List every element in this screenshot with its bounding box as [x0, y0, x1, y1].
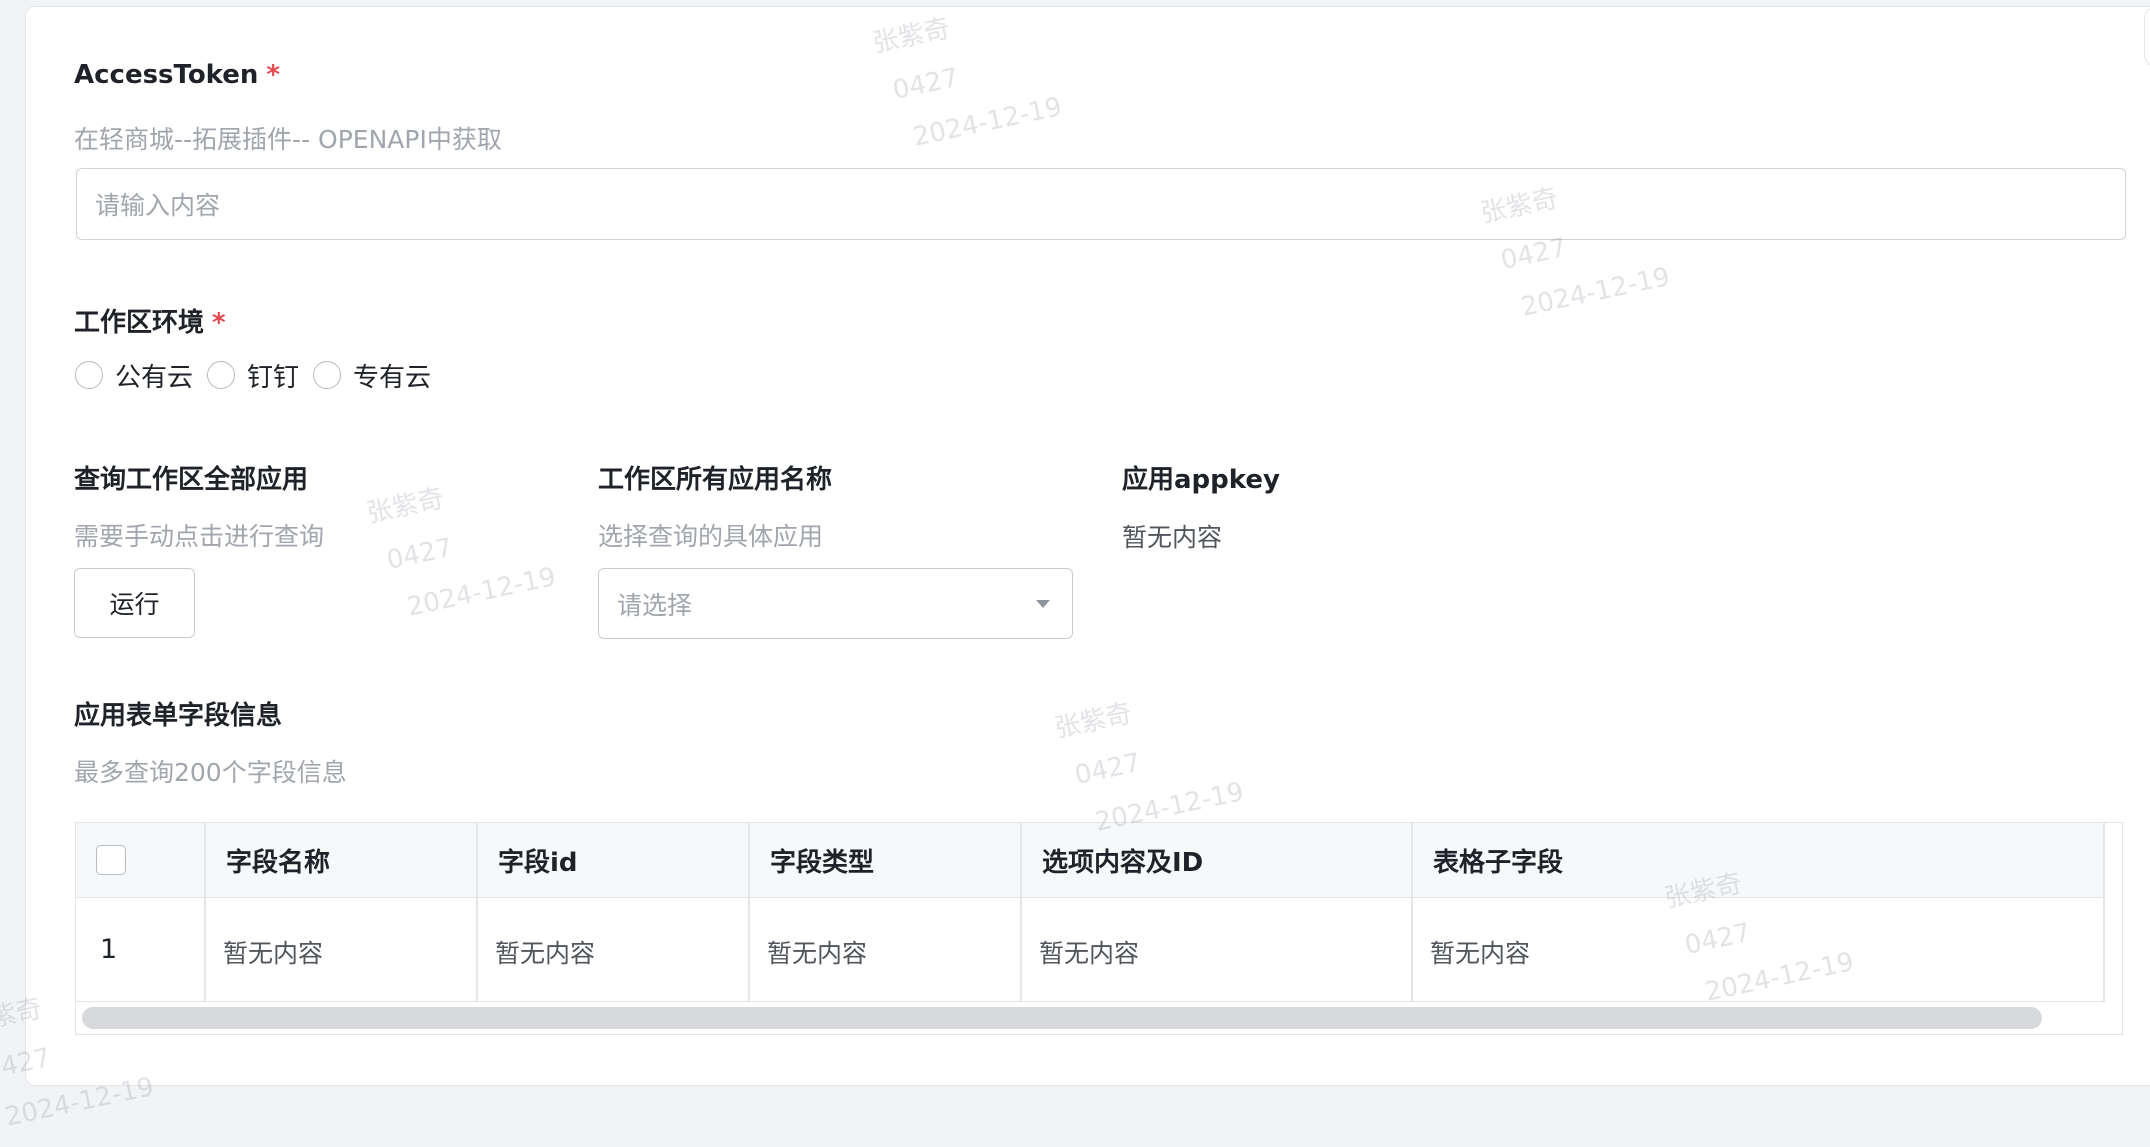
radio-circle-icon[interactable]: [75, 361, 103, 389]
column-divider: [476, 823, 478, 1002]
access-token-placeholder: 请输入内容: [95, 191, 221, 220]
run-button[interactable]: 运行: [74, 568, 195, 638]
app-names-hint: 选择查询的具体应用: [598, 522, 824, 551]
radio-dingtalk-label: 钉钉: [247, 362, 300, 393]
access-token-input[interactable]: 请输入内容: [76, 168, 2126, 240]
chevron-down-icon: [1036, 600, 1050, 608]
horizontal-scrollbar[interactable]: [82, 1007, 2042, 1029]
column-header-field-name: 字段名称: [226, 848, 331, 878]
side-toggle-handle[interactable]: [2144, 7, 2150, 67]
required-mark: *: [266, 60, 281, 90]
column-divider: [748, 823, 750, 1002]
column-divider: [1020, 823, 1022, 1002]
cell-field-type: 暂无内容: [767, 939, 868, 968]
select-all-checkbox[interactable]: [96, 845, 126, 875]
workspace-env-radio-group: 公有云 钉钉 专有云: [75, 357, 445, 393]
radio-private-cloud[interactable]: 专有云: [313, 357, 431, 394]
column-header-options: 选项内容及ID: [1042, 848, 1204, 878]
column-header-field-id: 字段id: [498, 848, 578, 878]
column-header-subfields: 表格子字段: [1433, 848, 1564, 878]
access-token-label-text: AccessToken: [74, 60, 259, 90]
table-row: 1 暂无内容 暂无内容 暂无内容 暂无内容 暂无内容: [76, 898, 2104, 1002]
radio-private-cloud-label: 专有云: [353, 362, 432, 393]
form-fields-label: 应用表单字段信息: [74, 701, 283, 731]
access-token-hint: 在轻商城--拓展插件-- OPENAPI中获取: [74, 125, 502, 154]
cell-field-id: 暂无内容: [495, 939, 596, 968]
app-key-label: 应用appkey: [1122, 465, 1280, 495]
form-fields-table: 字段名称 字段id 字段类型 选项内容及ID 表格子字段 1 暂无内容 暂无内容…: [75, 822, 2123, 1035]
table-header: 字段名称 字段id 字段类型 选项内容及ID 表格子字段: [76, 823, 2104, 898]
access-token-label: AccessToken *: [74, 60, 280, 90]
radio-circle-icon[interactable]: [207, 361, 236, 389]
row-index: 1: [100, 934, 118, 965]
required-mark: *: [212, 308, 226, 338]
form-fields-hint: 最多查询200个字段信息: [74, 758, 347, 787]
column-divider: [2103, 823, 2105, 1002]
workspace-env-label-text: 工作区环境: [74, 308, 205, 338]
app-names-label: 工作区所有应用名称: [598, 465, 833, 495]
cell-subfields: 暂无内容: [1430, 939, 1531, 968]
column-header-field-type: 字段类型: [770, 848, 875, 878]
radio-dingtalk[interactable]: 钉钉: [207, 357, 299, 394]
column-divider: [204, 823, 206, 1002]
radio-public-cloud[interactable]: 公有云: [75, 357, 193, 394]
radio-circle-icon[interactable]: [313, 361, 342, 389]
cell-field-name: 暂无内容: [223, 939, 324, 968]
query-apps-label: 查询工作区全部应用: [74, 465, 309, 495]
workspace-env-label: 工作区环境 *: [74, 302, 226, 339]
cell-options: 暂无内容: [1039, 939, 1140, 968]
app-name-select-placeholder: 请选择: [617, 590, 693, 620]
column-divider: [1411, 823, 1413, 1002]
query-apps-hint: 需要手动点击进行查询: [74, 522, 325, 551]
app-name-select[interactable]: 请选择: [598, 568, 1073, 639]
app-key-value: 暂无内容: [1122, 523, 1223, 552]
radio-public-cloud-label: 公有云: [115, 362, 194, 393]
